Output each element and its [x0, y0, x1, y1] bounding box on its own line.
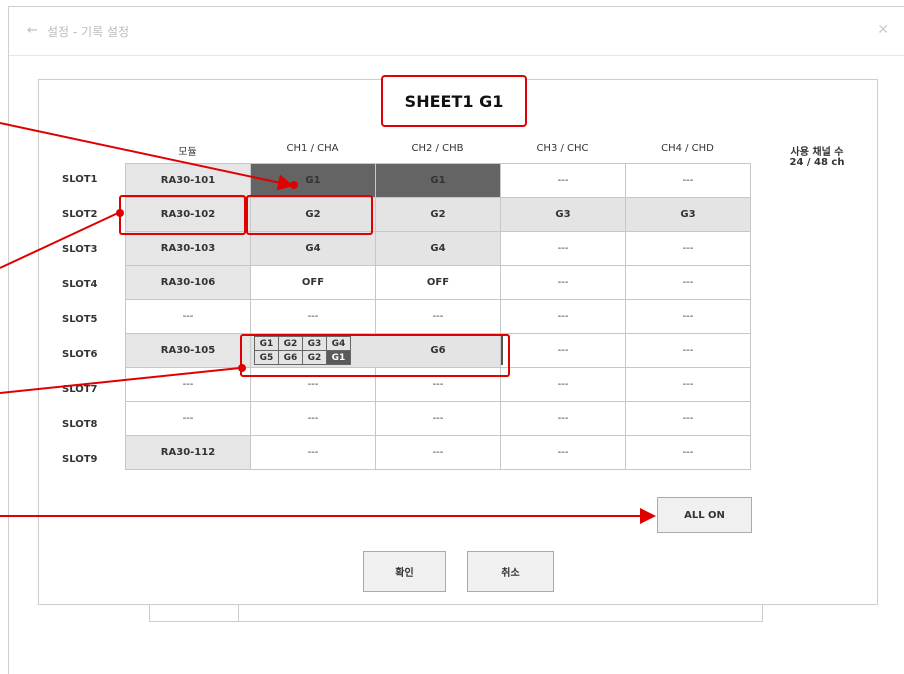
column-header-ch2: CH2 / CHB [411, 143, 464, 154]
channel-usage-label: 사용 채널 수 [790, 147, 844, 158]
slot-label: SLOT6 [62, 349, 98, 360]
channel-cell[interactable]: --- [500, 401, 626, 436]
module-cell[interactable]: --- [125, 299, 251, 334]
slot-label: SLOT1 [62, 174, 98, 185]
module-cell[interactable]: RA30-105 [125, 333, 251, 368]
title-bar: ← 설정 - 기록 설정 ✕ [9, 7, 904, 56]
channel-cell[interactable]: OFF [375, 265, 501, 300]
channel-cell[interactable]: --- [375, 435, 501, 470]
channel-cell[interactable]: G2 [375, 197, 501, 232]
channel-cell[interactable]: --- [250, 367, 376, 402]
module-cell[interactable]: RA30-103 [125, 231, 251, 266]
group-chip[interactable]: G3 [303, 337, 326, 350]
table-row: --- --- --- --- --- [125, 367, 751, 402]
channel-cell[interactable]: --- [375, 401, 501, 436]
channel-cell[interactable]: G2 [250, 197, 376, 232]
table-row: --- --- --- --- --- [125, 299, 751, 334]
channel-cell[interactable]: G4 [375, 231, 501, 266]
slot-label: SLOT8 [62, 419, 98, 430]
group-chip[interactable]: G6 [279, 351, 302, 364]
channel-cell[interactable]: G4 [250, 231, 376, 266]
channel-cell[interactable]: --- [500, 367, 626, 402]
channel-cell[interactable]: --- [500, 299, 626, 334]
channel-cell[interactable]: --- [625, 265, 751, 300]
slot-label: SLOT3 [62, 244, 98, 255]
slot-label: SLOT9 [62, 454, 98, 465]
channel-cell[interactable]: G3 [625, 197, 751, 232]
table-row: --- --- --- --- --- [125, 401, 751, 436]
table-row: RA30-102 G2 G2 G3 G3 [125, 197, 751, 232]
channel-cell[interactable]: --- [500, 231, 626, 266]
window-title: 설정 - 기록 설정 [47, 25, 130, 39]
table-row: RA30-103 G4 G4 --- --- [125, 231, 751, 266]
channel-cell[interactable]: --- [500, 333, 626, 368]
channel-cell[interactable]: G3 [500, 197, 626, 232]
channel-cell[interactable]: --- [250, 435, 376, 470]
sheet-title: SHEET1 G1 [381, 75, 527, 127]
group-chip[interactable]: G1 [255, 337, 278, 350]
group-chip[interactable]: G2 [279, 337, 302, 350]
channel-cell[interactable]: --- [250, 401, 376, 436]
module-cell[interactable]: RA30-102 [125, 197, 251, 232]
table-row: RA30-106 OFF OFF --- --- [125, 265, 751, 300]
channel-cell[interactable]: --- [625, 401, 751, 436]
group-mini-grid: G1 G2 G3 G4 G5 G6 G2 G1 [254, 336, 351, 365]
table-row: RA30-101 G1 G1 --- --- [125, 163, 751, 198]
channel-cell[interactable]: --- [250, 299, 376, 334]
slot-label: SLOT2 [62, 209, 98, 220]
slot-label: SLOT5 [62, 314, 98, 325]
channel-grid: RA30-101 G1 G1 --- --- RA30-102 G2 G2 G3… [125, 163, 751, 470]
confirm-button[interactable]: 확인 [363, 551, 446, 592]
channel-cell[interactable]: --- [500, 265, 626, 300]
all-on-button[interactable]: ALL ON [657, 497, 752, 533]
channel-cell[interactable]: --- [625, 231, 751, 266]
merged-channel-label: G6 [430, 345, 446, 356]
channel-cell[interactable]: --- [500, 163, 626, 198]
channel-cell[interactable]: G1 [375, 163, 501, 198]
group-chip-selected[interactable]: G1 [327, 351, 350, 364]
column-header-module: 모듈 [178, 147, 197, 158]
module-cell[interactable]: RA30-106 [125, 265, 251, 300]
channel-cell[interactable]: --- [625, 367, 751, 402]
module-cell[interactable]: --- [125, 367, 251, 402]
channel-cell[interactable]: --- [500, 435, 626, 470]
channel-cell[interactable]: --- [375, 367, 501, 402]
merged-channel-cell[interactable]: G1 G2 G3 G4 G5 G6 G2 G1 G6 [250, 333, 503, 368]
group-chip[interactable]: G5 [255, 351, 278, 364]
group-chip[interactable]: G2 [303, 351, 326, 364]
close-icon[interactable]: ✕ [877, 22, 889, 38]
channel-cell[interactable]: --- [625, 435, 751, 470]
channel-cell[interactable]: --- [625, 163, 751, 198]
column-header-ch1: CH1 / CHA [286, 143, 339, 154]
slot-label: SLOT7 [62, 384, 98, 395]
module-cell[interactable]: --- [125, 401, 251, 436]
module-cell[interactable]: RA30-112 [125, 435, 251, 470]
channel-cell[interactable]: --- [375, 299, 501, 334]
channel-cell[interactable]: OFF [250, 265, 376, 300]
merged-divider [501, 336, 503, 365]
channel-cell[interactable]: G1 [250, 163, 376, 198]
slot-label: SLOT4 [62, 279, 98, 290]
column-header-ch3: CH3 / CHC [536, 143, 589, 154]
channel-cell[interactable]: --- [625, 333, 751, 368]
group-chip[interactable]: G4 [327, 337, 350, 350]
table-row: RA30-112 --- --- --- --- [125, 435, 751, 470]
column-header-ch4: CH4 / CHD [661, 143, 714, 154]
cancel-button[interactable]: 취소 [467, 551, 554, 592]
channel-cell[interactable]: --- [625, 299, 751, 334]
table-row: RA30-105 G1 G2 G3 G4 G5 G6 G2 G1 G6 --- … [125, 333, 751, 368]
background-table-edge [149, 603, 763, 622]
channel-usage-value: 24 / 48 ch [789, 157, 845, 168]
arrow-left-icon[interactable]: ← [27, 23, 38, 38]
module-cell[interactable]: RA30-101 [125, 163, 251, 198]
